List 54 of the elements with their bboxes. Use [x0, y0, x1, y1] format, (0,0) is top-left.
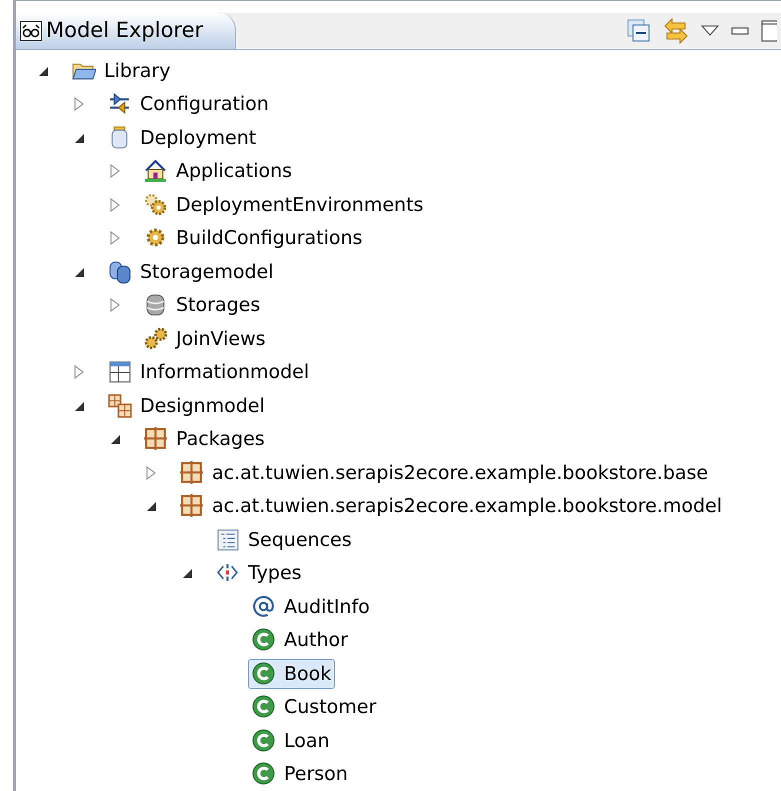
at-sign-icon [252, 594, 276, 619]
tree-item[interactable]: Designmodel [104, 390, 269, 421]
class-icon [252, 728, 276, 753]
expand-triangle-icon[interactable] [108, 298, 122, 312]
tree-item[interactable]: Person [248, 759, 352, 790]
tree-item[interactable]: Storagemodel [104, 256, 278, 287]
tree-item[interactable]: Applications [140, 156, 296, 186]
link-arrows-icon[interactable] [663, 17, 689, 45]
tree-item[interactable]: Deployment [104, 122, 260, 153]
class-icon [252, 695, 276, 720]
tree-item[interactable]: ac.at.tuwien.serapis2ecore.example.bookstore.base [176, 458, 712, 488]
expand-triangle-icon[interactable] [144, 466, 158, 480]
tree-item[interactable]: BuildConfigurations [140, 223, 366, 254]
gears-icon [144, 326, 168, 351]
view-title: Model Explorer [46, 16, 204, 44]
packages-icon [108, 394, 132, 418]
table-icon [108, 360, 132, 384]
tree-item[interactable]: Configuration [104, 89, 273, 120]
package-icon [180, 494, 204, 518]
package-icon [144, 427, 168, 452]
sliders-icon [108, 92, 132, 116]
tree-item[interactable]: Customer [248, 692, 380, 722]
tree-item[interactable]: Storages [140, 290, 264, 320]
expand-triangle-icon[interactable] [72, 365, 86, 380]
tree-item[interactable]: ac.at.tuwien.serapis2ecore.example.bookstore.model [176, 491, 726, 522]
tree-item[interactable]: JoinViews [140, 324, 270, 354]
minimize-icon[interactable] [731, 26, 749, 36]
package-icon [180, 460, 204, 485]
tree-item[interactable]: Library [68, 56, 174, 86]
tree-item[interactable]: AuditInfo [248, 592, 374, 622]
list-icon [216, 528, 240, 552]
tree-item[interactable]: Informationmodel [104, 357, 314, 388]
class-icon [252, 762, 276, 786]
tree-item[interactable]: Loan [248, 726, 334, 756]
view-menu-icon[interactable] [701, 25, 719, 37]
view-tab[interactable]: Model Explorer [16, 12, 236, 49]
maximize-icon[interactable] [761, 20, 777, 42]
tree-item[interactable]: Author [248, 625, 352, 656]
tree-item[interactable]: Packages [140, 424, 269, 454]
glasses-icon [20, 20, 42, 40]
tree-item[interactable]: Types [212, 558, 306, 588]
house-icon [144, 159, 168, 184]
tree-item[interactable]: Book [248, 658, 336, 689]
class-icon [252, 628, 276, 652]
expand-triangle-icon[interactable] [108, 198, 122, 212]
class-icon [252, 662, 276, 686]
cylinders-icon [108, 260, 132, 284]
tree-item[interactable]: DeploymentEnvironments [140, 190, 428, 220]
expand-triangle-icon[interactable] [72, 97, 86, 112]
tree-item[interactable]: Sequences [212, 524, 356, 555]
expand-triangle-icon[interactable] [108, 231, 122, 246]
expand-triangle-icon[interactable] [108, 164, 122, 178]
collapse-all-icon[interactable] [627, 19, 651, 43]
gears-icon [144, 192, 168, 217]
